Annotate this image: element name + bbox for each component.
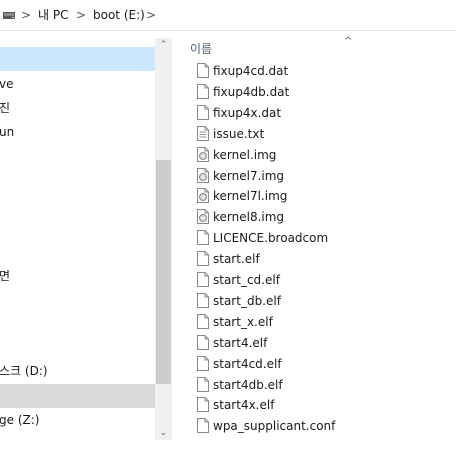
nav-item-label: 면 — [0, 269, 11, 283]
file-row[interactable]: kernel7l.img — [197, 186, 397, 207]
generic-file-icon — [197, 272, 209, 287]
file-row[interactable]: start_cd.elf — [197, 270, 397, 291]
file-name: start_x.elf — [213, 314, 273, 329]
address-bar[interactable]: > 내 PC > boot (E:) > — [0, 0, 456, 31]
file-row[interactable]: start4cd.elf — [197, 354, 397, 375]
generic-file-icon — [197, 63, 209, 78]
nav-item[interactable]: ve — [0, 72, 155, 96]
file-row[interactable]: start4x.elf — [197, 395, 397, 416]
scroll-down-icon[interactable]: ⌄ — [155, 426, 172, 440]
file-row[interactable]: start4db.elf — [197, 375, 397, 396]
file-row[interactable]: start_x.elf — [197, 312, 397, 333]
scrollbar-thumb[interactable] — [156, 160, 171, 384]
file-row[interactable]: kernel7.img — [197, 166, 397, 187]
file-row[interactable]: LICENCE.broadcom — [197, 228, 397, 249]
file-name: wpa_supplicant.conf — [213, 419, 336, 434]
drive-icon — [3, 12, 15, 19]
generic-file-icon — [197, 355, 209, 371]
generic-file-icon — [197, 83, 209, 99]
generic-file-icon — [197, 376, 209, 392]
nav-item[interactable] — [0, 216, 155, 240]
nav-item[interactable] — [0, 168, 155, 192]
file-name: start.elf — [213, 252, 260, 267]
file-name: kernel7.img — [213, 168, 285, 183]
nav-item-label: 스크 (D:) — [0, 364, 48, 378]
nav-item[interactable]: 면 — [0, 264, 155, 288]
nav-item-label: ge (Z:) — [0, 413, 40, 427]
file-name: kernel8.img — [213, 210, 285, 225]
nav-item[interactable] — [0, 47, 155, 71]
file-list: 이름 ^ fixup4cd.dat fixup4db.dat fixup4x.dat… — [172, 31, 456, 454]
nav-item-label: ve — [0, 77, 14, 91]
disc-image-icon — [197, 146, 209, 162]
file-row[interactable]: start.elf — [197, 249, 397, 270]
file-name: start4x.elf — [213, 398, 275, 413]
generic-file-icon — [197, 334, 209, 350]
navigation-pane: ve 진 un 면 스크 (D:) ge (Z:) — [0, 31, 170, 454]
file-name: start_db.elf — [213, 293, 281, 308]
file-row[interactable]: kernel8.img — [197, 207, 397, 228]
nav-item-network-drive-z[interactable]: ge (Z:) — [0, 408, 155, 432]
breadcrumb-boot-drive[interactable]: boot (E:) — [93, 7, 145, 23]
nav-item[interactable] — [0, 288, 155, 312]
column-header-name[interactable]: 이름 — [190, 41, 212, 57]
file-name: kernel7l.img — [213, 189, 288, 204]
breadcrumb-this-pc[interactable]: 내 PC — [38, 7, 68, 23]
file-name: start4db.elf — [213, 377, 283, 392]
file-name: start4.elf — [213, 335, 268, 350]
file-row[interactable]: fixup4x.dat — [197, 103, 397, 124]
disc-image-icon — [197, 188, 209, 204]
file-name: fixup4cd.dat — [213, 64, 289, 78]
nav-item-local-disk-d[interactable]: 스크 (D:) — [0, 359, 155, 383]
generic-file-icon — [197, 292, 209, 308]
text-file-icon — [197, 125, 209, 141]
nav-item[interactable] — [0, 312, 155, 336]
file-name: start_cd.elf — [213, 273, 280, 287]
nav-item[interactable] — [0, 192, 155, 216]
file-row[interactable]: fixup4db.dat — [197, 82, 397, 103]
file-name: fixup4db.dat — [213, 84, 290, 99]
generic-file-icon — [197, 251, 209, 267]
generic-file-icon — [197, 230, 209, 246]
disc-image-icon — [197, 209, 209, 225]
nav-item-boot-drive[interactable] — [0, 384, 155, 408]
generic-file-icon — [197, 397, 209, 413]
file-name: LICENCE.broadcom — [213, 231, 329, 246]
file-row[interactable]: start_db.elf — [197, 291, 397, 312]
file-row[interactable]: start4.elf — [197, 333, 397, 354]
file-row[interactable]: kernel.img — [197, 145, 397, 166]
nav-item[interactable]: un — [0, 120, 155, 144]
scroll-up-icon[interactable]: ⌃ — [155, 38, 172, 52]
file-row[interactable]: wpa_supplicant.conf — [197, 416, 397, 437]
breadcrumb-separator[interactable]: > — [21, 7, 31, 23]
sort-ascending-icon: ^ — [344, 36, 353, 47]
file-name: issue.txt — [213, 126, 265, 141]
disc-image-icon — [197, 167, 209, 183]
file-row[interactable]: issue.txt — [197, 124, 397, 145]
nav-item[interactable] — [0, 144, 155, 168]
generic-file-icon — [197, 313, 209, 329]
file-name: fixup4x.dat — [213, 105, 282, 120]
nav-scrollbar[interactable]: ⌃ ⌄ — [155, 38, 172, 440]
nav-item[interactable]: 진 — [0, 96, 155, 120]
file-name: kernel.img — [213, 147, 277, 162]
nav-item-label: un — [0, 125, 15, 139]
generic-file-icon — [197, 104, 209, 120]
generic-file-icon — [197, 418, 209, 434]
nav-item-label: 진 — [0, 101, 11, 115]
breadcrumb-separator[interactable]: > — [76, 7, 86, 23]
breadcrumb-separator[interactable]: > — [146, 7, 156, 23]
file-row[interactable]: fixup4cd.dat — [197, 61, 397, 82]
file-name: start4cd.elf — [213, 356, 282, 371]
